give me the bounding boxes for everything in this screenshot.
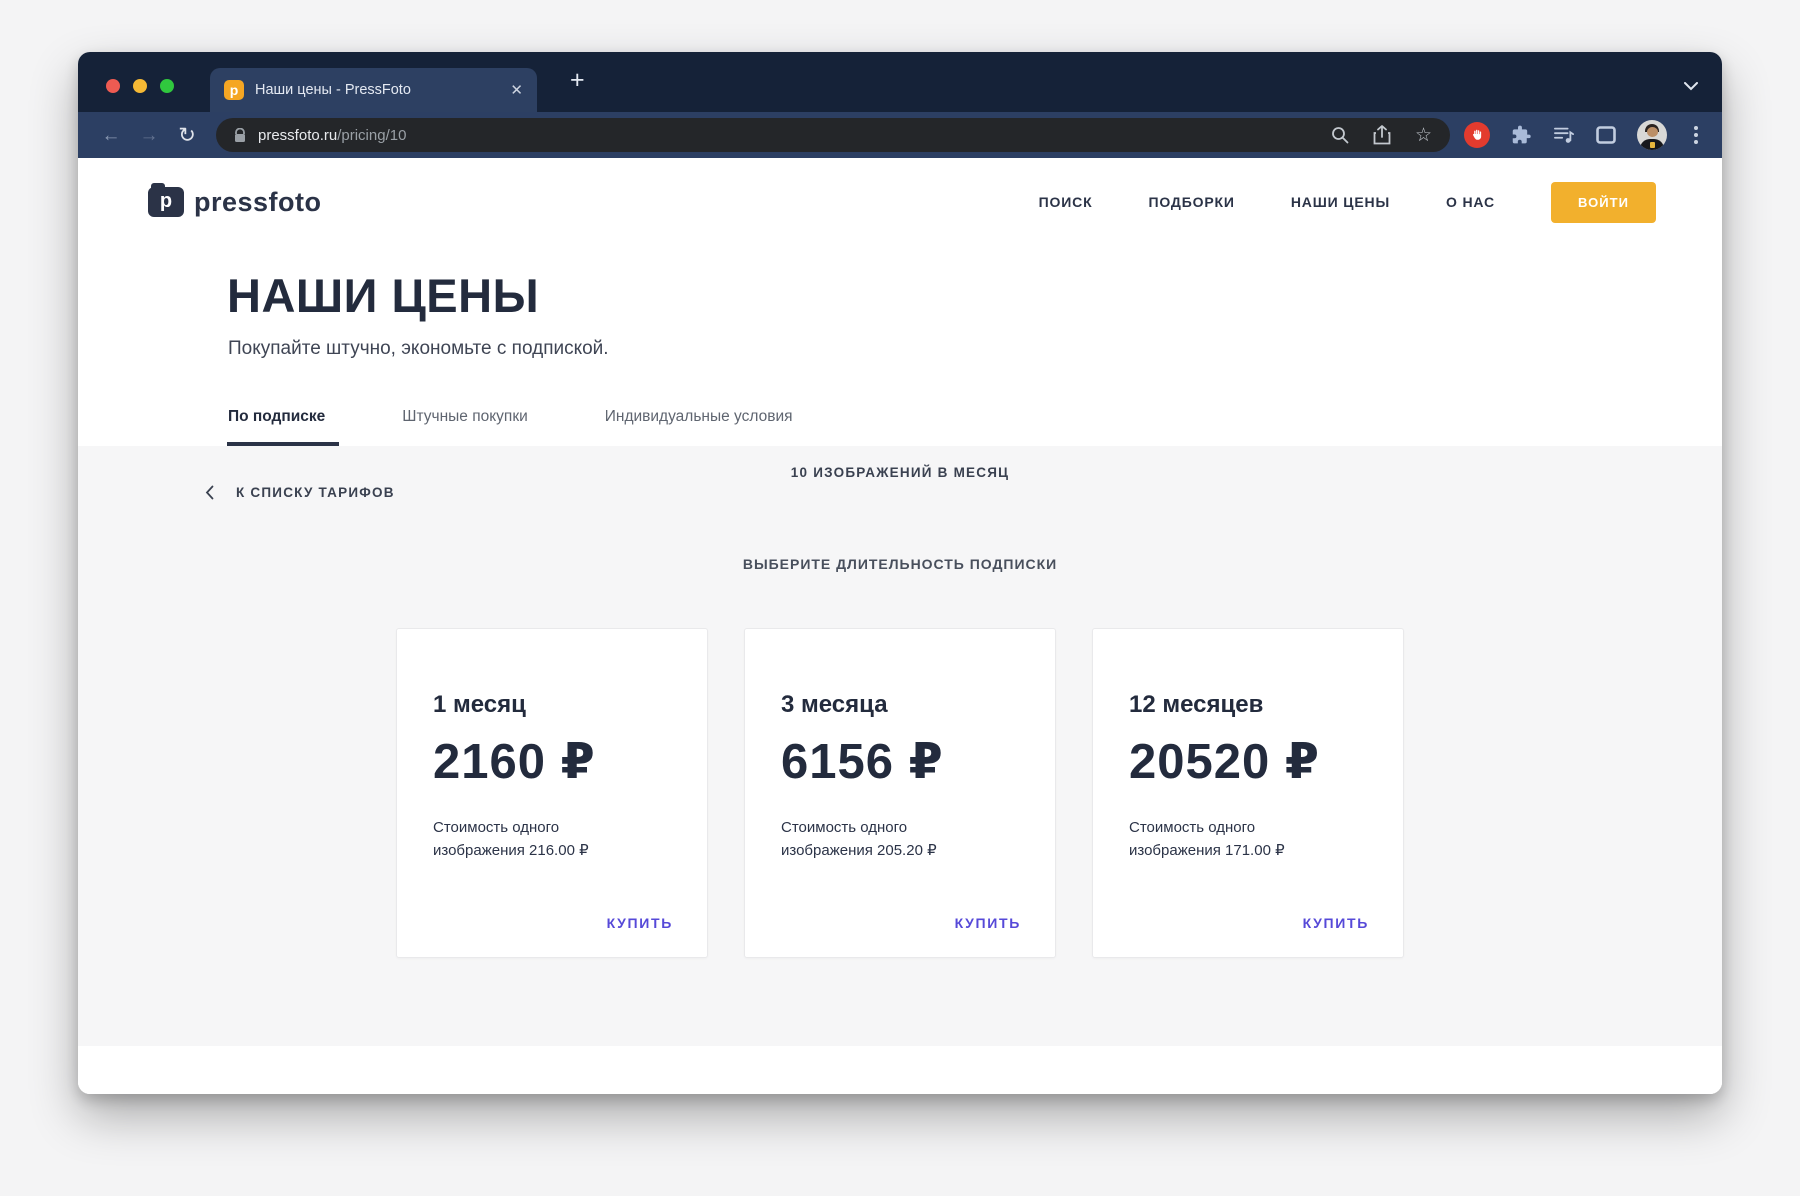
search-icon[interactable] — [1331, 126, 1349, 144]
nav-item-pricing[interactable]: НАШИ ЦЕНЫ — [1291, 194, 1390, 210]
zoom-window-button[interactable] — [160, 79, 174, 93]
pricing-card-12-months: 12 месяцев 20520 ₽ Стоимость одного изоб… — [1092, 628, 1404, 958]
chrome-menu-icon[interactable] — [1688, 124, 1704, 146]
subscription-panel: К СПИСКУ ТАРИФОВ 10 ИЗОБРАЖЕНИЙ В МЕСЯЦ … — [78, 446, 1722, 1046]
browser-toolbar: ← → ↻ pressfoto.ru/pricing/10 ☆ — [78, 112, 1722, 158]
adblock-hand-icon[interactable] — [1464, 122, 1490, 148]
profile-avatar[interactable] — [1637, 120, 1667, 150]
card-price: 6156 ₽ — [781, 733, 1019, 790]
pricing-card-3-months: 3 месяца 6156 ₽ Стоимость одного изображ… — [744, 628, 1056, 958]
back-button[interactable]: ← — [92, 126, 130, 145]
pricing-cards: 1 месяц 2160 ₽ Стоимость одного изображе… — [78, 628, 1722, 958]
card-duration: 12 месяцев — [1129, 691, 1367, 719]
traffic-lights — [106, 79, 174, 93]
card-duration: 3 месяца — [781, 691, 1019, 719]
browser-window: p Наши цены - PressFoto ✕ + ← → ↻ pressf… — [78, 52, 1722, 1094]
page-subtitle: Покупайте штучно, экономьте с подпиской. — [228, 338, 1722, 360]
nav-item-about[interactable]: О НАС — [1446, 194, 1495, 210]
media-queue-icon[interactable] — [1553, 125, 1575, 145]
bookmark-star-icon[interactable]: ☆ — [1415, 126, 1432, 145]
plan-label: 10 ИЗОБРАЖЕНИЙ В МЕСЯЦ — [78, 426, 1722, 480]
card-price: 2160 ₽ — [433, 733, 671, 790]
tab-search-chevron-icon[interactable] — [1684, 82, 1698, 91]
site-header: p pressfoto ПОИСК ПОДБОРКИ НАШИ ЦЕНЫ О Н… — [78, 158, 1722, 246]
card-unit-cost: Стоимость одного изображения 205.20 ₽ — [781, 816, 1019, 863]
new-tab-button[interactable]: + — [570, 66, 585, 95]
pressfoto-logo[interactable]: p pressfoto — [148, 187, 322, 218]
main-nav: ПОИСК ПОДБОРКИ НАШИ ЦЕНЫ О НАС ВОЙТИ — [1039, 182, 1656, 223]
extension-icons — [1464, 120, 1708, 150]
tab-close-icon[interactable]: ✕ — [510, 81, 523, 99]
close-window-button[interactable] — [106, 79, 120, 93]
section-heading: ВЫБЕРИТЕ ДЛИТЕЛЬНОСТЬ ПОДПИСКИ — [78, 556, 1722, 572]
buy-button[interactable]: КУПИТЬ — [1303, 915, 1369, 931]
side-panel-icon[interactable] — [1596, 126, 1616, 144]
url-path: /pricing/10 — [337, 127, 406, 144]
card-unit-cost: Стоимость одного изображения 171.00 ₽ — [1129, 816, 1367, 863]
pressfoto-logo-text: pressfoto — [194, 187, 322, 218]
chevron-left-icon — [205, 485, 214, 500]
nav-item-search[interactable]: ПОИСК — [1039, 194, 1093, 210]
forward-button[interactable]: → — [130, 126, 168, 145]
back-link-label: К СПИСКУ ТАРИФОВ — [236, 485, 395, 500]
share-icon[interactable] — [1373, 125, 1391, 145]
buy-button[interactable]: КУПИТЬ — [607, 915, 673, 931]
login-button[interactable]: ВОЙТИ — [1551, 182, 1656, 223]
address-bar[interactable]: pressfoto.ru/pricing/10 ☆ — [216, 118, 1450, 152]
card-unit-cost: Стоимость одного изображения 216.00 ₽ — [433, 816, 671, 863]
minimize-window-button[interactable] — [133, 79, 147, 93]
browser-tab[interactable]: p Наши цены - PressFoto ✕ — [210, 68, 537, 112]
card-price: 20520 ₽ — [1129, 733, 1367, 790]
pressfoto-logo-icon: p — [148, 187, 184, 217]
page-bottom — [78, 1046, 1722, 1094]
refresh-button[interactable]: ↻ — [168, 125, 206, 146]
nav-item-collections[interactable]: ПОДБОРКИ — [1148, 194, 1234, 210]
tab-strip: p Наши цены - PressFoto ✕ + — [78, 52, 1722, 112]
page-title: НАШИ ЦЕНЫ — [227, 268, 1722, 323]
extensions-puzzle-icon[interactable] — [1511, 125, 1532, 146]
pressfoto-favicon-icon: p — [224, 80, 244, 100]
pricing-card-1-month: 1 месяц 2160 ₽ Стоимость одного изображе… — [396, 628, 708, 958]
lock-icon[interactable] — [234, 128, 246, 143]
buy-button[interactable]: КУПИТЬ — [955, 915, 1021, 931]
plan-bar: К СПИСКУ ТАРИФОВ 10 ИЗОБРАЖЕНИЙ В МЕСЯЦ — [78, 446, 1722, 506]
card-duration: 1 месяц — [433, 691, 671, 719]
url-domain: pressfoto.ru — [258, 127, 337, 144]
back-to-tariffs-link[interactable]: К СПИСКУ ТАРИФОВ — [205, 485, 395, 500]
pressfoto-page: p pressfoto ПОИСК ПОДБОРКИ НАШИ ЦЕНЫ О Н… — [78, 158, 1722, 1094]
tab-title: Наши цены - PressFoto — [255, 82, 502, 98]
